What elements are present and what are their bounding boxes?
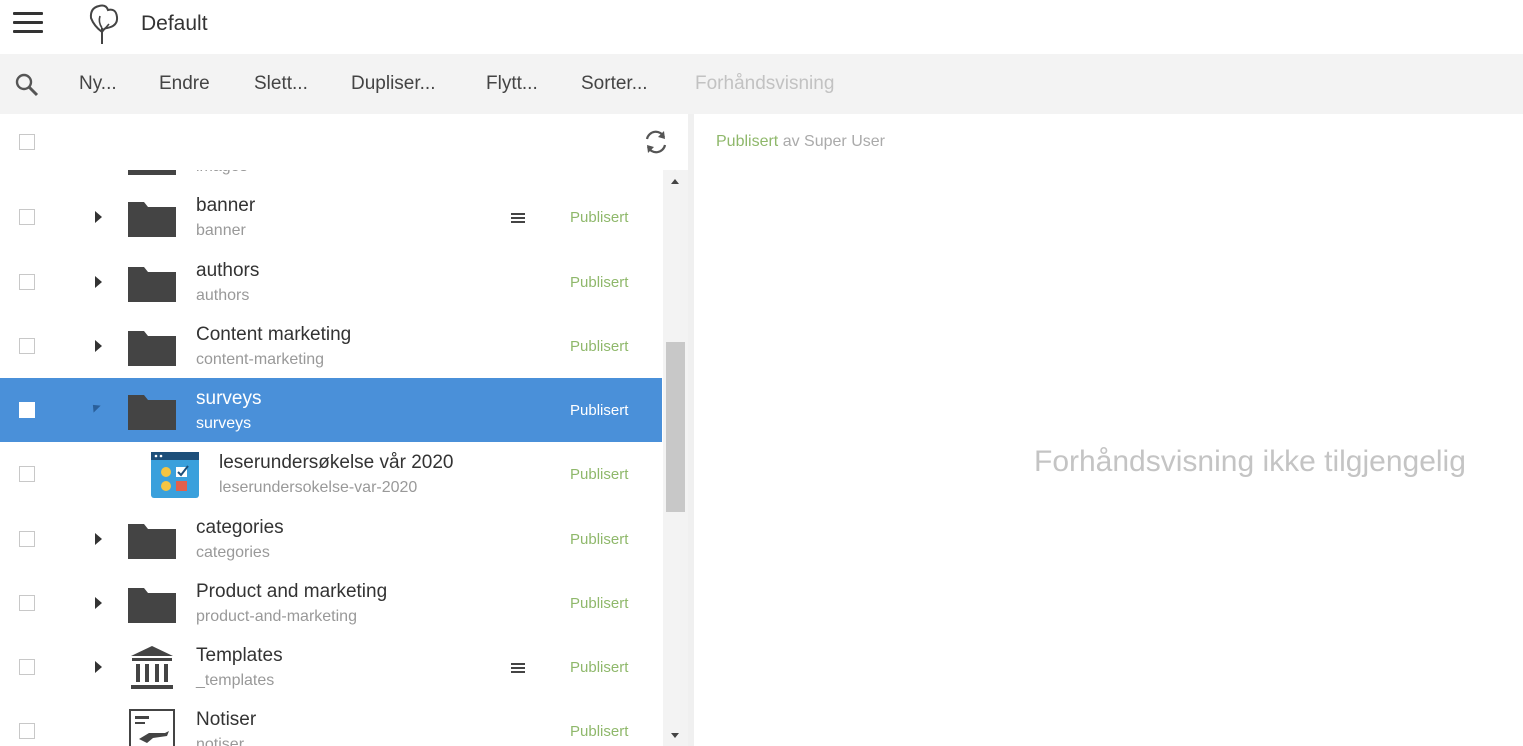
refresh-icon[interactable]	[642, 128, 670, 156]
status-badge: Publisert	[570, 274, 629, 291]
tree-item-title: banner	[196, 195, 256, 216]
edit-button[interactable]: Endre	[159, 73, 210, 95]
folder-icon	[128, 267, 176, 302]
tree-row-notiser[interactable]: Notiser notiser Publisert	[0, 699, 662, 746]
tree-item-title: Product and marketing	[196, 581, 388, 602]
tree-header	[0, 114, 688, 170]
tree-row-product-and-marketing[interactable]: Product and marketing product-and-market…	[0, 571, 662, 635]
status-badge: Publisert	[570, 338, 629, 355]
tree-item-title: leserundersøkelse vår 2020	[219, 452, 454, 473]
preview-button: Forhåndsvisning	[695, 73, 835, 94]
scroll-down-arrow-icon[interactable]	[671, 733, 679, 738]
expand-caret-icon[interactable]	[95, 533, 102, 545]
toolbar: Ny... Endre Slett... Dupliser... Flytt..…	[0, 54, 1523, 114]
folder-icon	[128, 202, 176, 237]
collapse-caret-icon[interactable]	[89, 401, 101, 413]
move-button[interactable]: Flytt...	[486, 73, 538, 95]
folder-icon	[128, 331, 176, 366]
tree-item-title: Templates	[196, 645, 283, 666]
context-menu-icon[interactable]	[511, 213, 525, 223]
panel-divider[interactable]	[688, 114, 694, 746]
preview-unavailable-message: Forhåndsvisning ikke tilgjengelig	[1034, 445, 1466, 478]
folder-icon	[128, 524, 176, 559]
tree-scrollbar[interactable]	[663, 170, 688, 746]
tree-row-content-marketing[interactable]: Content marketing content-marketing Publ…	[0, 314, 662, 378]
news-icon	[129, 709, 175, 746]
survey-icon	[151, 452, 199, 498]
expand-caret-icon[interactable]	[95, 211, 102, 223]
status-badge: Publisert	[570, 595, 629, 612]
tree-row-banner[interactable]: banner banner Publisert	[0, 185, 662, 249]
folder-icon	[128, 588, 176, 623]
duplicate-button[interactable]: Dupliser...	[351, 73, 435, 95]
row-checkbox[interactable]	[19, 531, 35, 547]
tree-row-survey-item[interactable]: leserundersøkelse vår 2020 leserundersok…	[0, 442, 662, 506]
tree-item-subtitle: images	[196, 170, 248, 176]
sort-button[interactable]: Sorter...	[581, 73, 648, 95]
tree-item-subtitle: authors	[196, 287, 250, 304]
tree-item-title: surveys	[196, 388, 262, 409]
row-checkbox[interactable]	[19, 659, 35, 675]
tree-item-subtitle: surveys	[196, 415, 252, 432]
tree-item-subtitle: leserundersokelse-var-2020	[219, 479, 418, 496]
expand-caret-icon[interactable]	[95, 661, 102, 673]
row-checkbox[interactable]	[19, 338, 35, 354]
tree-item-subtitle: product-and-marketing	[196, 608, 357, 625]
content-tree: images banner banner Publisert authors a…	[0, 170, 662, 746]
expand-caret-icon[interactable]	[95, 340, 102, 352]
expand-caret-icon[interactable]	[95, 597, 102, 609]
new-button[interactable]: Ny...	[79, 73, 117, 95]
tree-row-templates[interactable]: Templates _templates Publisert	[0, 635, 662, 699]
status-badge: Publisert	[570, 531, 629, 548]
building-icon	[131, 646, 173, 689]
row-checkbox[interactable]	[19, 466, 35, 482]
tree-item-subtitle: categories	[196, 544, 270, 561]
tree-item-subtitle: banner	[196, 222, 246, 239]
folder-icon	[128, 170, 176, 175]
scroll-up-arrow-icon[interactable]	[671, 179, 679, 184]
hamburger-menu-icon[interactable]	[13, 12, 43, 36]
status-badge: Publisert	[570, 402, 629, 419]
status-badge: Publisert	[570, 723, 629, 740]
folder-icon	[128, 395, 176, 430]
top-bar: Default	[0, 0, 1523, 52]
status-badge: Publisert	[570, 466, 629, 483]
preview-status-label: Publisert	[716, 133, 779, 150]
scrollbar-thumb[interactable]	[666, 342, 685, 512]
tree-row-surveys[interactable]: surveys surveys Publisert	[0, 378, 662, 442]
search-icon[interactable]	[14, 72, 40, 98]
tree-row-authors[interactable]: authors authors Publisert	[0, 250, 662, 314]
tree-logo-icon	[89, 4, 119, 44]
context-menu-icon[interactable]	[511, 663, 525, 673]
tree-row-categories[interactable]: categories categories Publisert	[0, 507, 662, 571]
row-checkbox[interactable]	[19, 595, 35, 611]
row-checkbox[interactable]	[19, 723, 35, 739]
tree-item-title: Content marketing	[196, 324, 352, 345]
expand-caret-icon[interactable]	[95, 276, 102, 288]
tree-item-title: authors	[196, 260, 260, 281]
status-badge: Publisert	[570, 209, 629, 226]
preview-author: av Super User	[782, 133, 885, 150]
tree-item-title: categories	[196, 517, 284, 538]
tree-row-images-partial[interactable]: images	[0, 170, 662, 178]
tree-item-subtitle: content-marketing	[196, 351, 325, 368]
app-title: Default	[141, 12, 208, 35]
row-checkbox[interactable]	[19, 274, 35, 290]
select-all-checkbox[interactable]	[19, 134, 35, 150]
tree-item-subtitle: _templates	[196, 672, 275, 689]
tree-item-title: Notiser	[196, 709, 257, 730]
delete-button[interactable]: Slett...	[254, 73, 308, 95]
tree-item-subtitle: notiser	[196, 736, 245, 746]
row-checkbox[interactable]	[19, 402, 35, 418]
row-checkbox[interactable]	[19, 209, 35, 225]
preview-status: Publisert av Super User	[716, 133, 885, 151]
status-badge: Publisert	[570, 659, 629, 676]
